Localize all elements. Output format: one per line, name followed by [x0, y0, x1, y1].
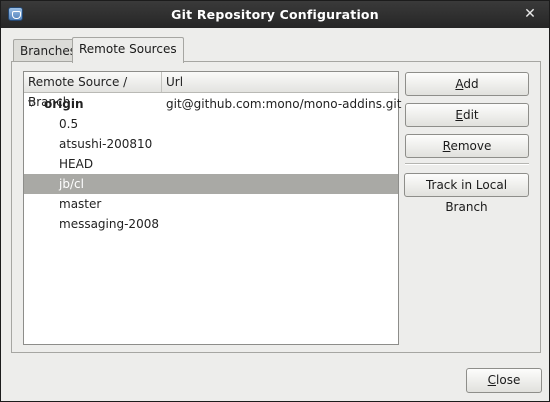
branch-name: master	[59, 197, 102, 211]
close-label: lose	[496, 373, 521, 387]
add-label: dd	[463, 77, 479, 91]
expander-down-icon[interactable]: ▽	[28, 94, 38, 114]
remote-url: git@github.com:mono/mono-addins.git	[166, 97, 402, 111]
tree-row-origin[interactable]: ▽ origin git@github.com:mono/mono-addins…	[24, 94, 402, 114]
column-header-url[interactable]: Url	[162, 72, 398, 92]
add-button[interactable]: Add	[405, 72, 529, 96]
edit-label: dit	[462, 108, 479, 122]
tree-row-branch[interactable]: 0.5	[24, 114, 398, 134]
tree-row-branch[interactable]: master	[24, 194, 398, 214]
remove-button[interactable]: Remove	[405, 134, 529, 158]
remote-name: origin	[44, 97, 84, 111]
close-button[interactable]: Close	[466, 368, 542, 393]
remove-label: emove	[450, 139, 492, 153]
edit-button[interactable]: Edit	[405, 103, 529, 127]
branch-name: atsushi-200810	[59, 137, 153, 151]
tree-row-branch[interactable]: atsushi-200810	[24, 134, 398, 154]
tree-row-branch[interactable]: messaging-2008	[24, 214, 398, 234]
dialog-window: Git Repository Configuration ✕ Branches …	[0, 0, 550, 402]
tab-remote-sources[interactable]: Remote Sources	[72, 37, 184, 63]
remote-sources-tree[interactable]: Remote Source / Branch Url ▽ origin git@…	[23, 71, 402, 345]
branch-name: messaging-2008	[59, 217, 159, 231]
button-separator	[405, 163, 529, 165]
branch-name: 0.5	[59, 117, 79, 131]
branch-name: HEAD	[59, 157, 94, 171]
tree-row-branch[interactable]: HEAD	[24, 154, 398, 174]
edit-mnemonic: E	[455, 108, 463, 122]
window-close-icon[interactable]: ✕	[521, 5, 539, 23]
tree-row-branch-selected[interactable]: jb/cl	[24, 174, 398, 194]
tree-header: Remote Source / Branch Url	[24, 72, 398, 109]
close-mnemonic: C	[487, 373, 497, 387]
window-title: Git Repository Configuration	[171, 7, 379, 22]
column-header-source[interactable]: Remote Source / Branch	[24, 72, 162, 109]
track-in-local-branch-button[interactable]: Track in Local Branch	[404, 173, 529, 214]
title-bar[interactable]: Git Repository Configuration ✕	[1, 1, 549, 28]
branch-name: jb/cl	[59, 177, 84, 191]
